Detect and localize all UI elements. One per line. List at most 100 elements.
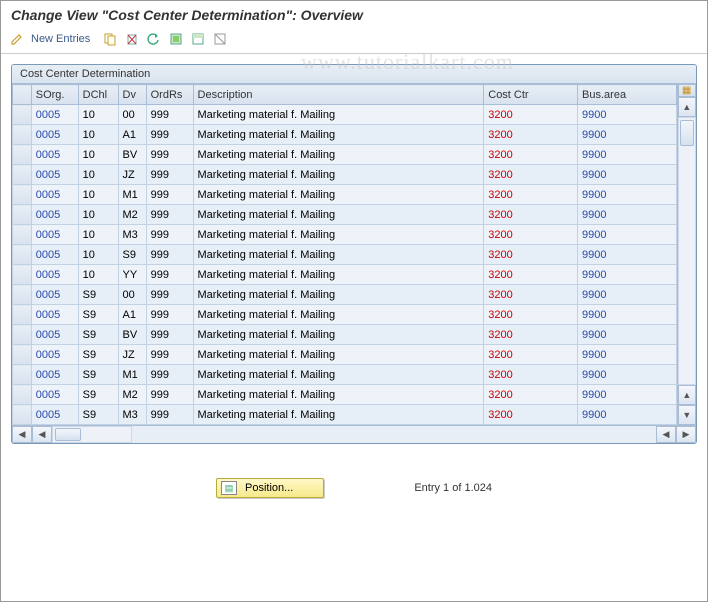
cell-busarea[interactable]: 9900 (578, 125, 677, 145)
cell-dchl[interactable]: S9 (78, 365, 118, 385)
hscroll-right-icon[interactable]: ◀ (656, 426, 676, 443)
cell-busarea[interactable]: 9900 (578, 405, 677, 425)
cell-sorg[interactable]: 0005 (31, 365, 78, 385)
cell-dchl[interactable]: 10 (78, 165, 118, 185)
scroll-line-up-icon[interactable]: ▲ (678, 385, 696, 405)
cell-ordrs[interactable]: 999 (146, 105, 193, 125)
hscroll-thumb[interactable] (55, 428, 81, 441)
cell-costctr[interactable]: 3200 (484, 165, 578, 185)
cell-sorg[interactable]: 0005 (31, 285, 78, 305)
cell-sorg[interactable]: 0005 (31, 125, 78, 145)
cell-dv[interactable]: BV (118, 145, 146, 165)
cell-dchl[interactable]: S9 (78, 305, 118, 325)
row-selector[interactable] (13, 245, 32, 265)
cell-desc[interactable]: Marketing material f. Mailing (193, 125, 484, 145)
cell-ordrs[interactable]: 999 (146, 185, 193, 205)
horizontal-scrollbar[interactable]: ◀ ◀ ◀ ▶ (12, 425, 696, 443)
cell-sorg[interactable]: 0005 (31, 245, 78, 265)
cell-busarea[interactable]: 9900 (578, 325, 677, 345)
cell-dv[interactable]: JZ (118, 165, 146, 185)
row-selector[interactable] (13, 325, 32, 345)
cell-costctr[interactable]: 3200 (484, 265, 578, 285)
cell-dv[interactable]: M2 (118, 385, 146, 405)
cell-desc[interactable]: Marketing material f. Mailing (193, 205, 484, 225)
cell-dv[interactable]: A1 (118, 125, 146, 145)
table-row[interactable]: 0005S9A1999Marketing material f. Mailing… (13, 305, 677, 325)
table-row[interactable]: 000510M2999Marketing material f. Mailing… (13, 205, 677, 225)
data-grid[interactable]: SOrg. DChl Dv OrdRs Description Cost Ctr… (12, 84, 677, 425)
col-dchl[interactable]: DChl (78, 85, 118, 105)
cell-ordrs[interactable]: 999 (146, 325, 193, 345)
copy-icon[interactable] (102, 31, 118, 47)
delete-icon[interactable] (124, 31, 140, 47)
row-selector[interactable] (13, 185, 32, 205)
table-row[interactable]: 0005S900999Marketing material f. Mailing… (13, 285, 677, 305)
cell-dchl[interactable]: 10 (78, 125, 118, 145)
cell-dchl[interactable]: S9 (78, 385, 118, 405)
cell-desc[interactable]: Marketing material f. Mailing (193, 185, 484, 205)
cell-busarea[interactable]: 9900 (578, 205, 677, 225)
col-busarea[interactable]: Bus.area (578, 85, 677, 105)
cell-ordrs[interactable]: 999 (146, 405, 193, 425)
cell-sorg[interactable]: 0005 (31, 385, 78, 405)
cell-desc[interactable]: Marketing material f. Mailing (193, 245, 484, 265)
table-row[interactable]: 000510M3999Marketing material f. Mailing… (13, 225, 677, 245)
cell-costctr[interactable]: 3200 (484, 285, 578, 305)
cell-ordrs[interactable]: 999 (146, 385, 193, 405)
cell-sorg[interactable]: 0005 (31, 345, 78, 365)
cell-ordrs[interactable]: 999 (146, 305, 193, 325)
row-selector[interactable] (13, 125, 32, 145)
cell-desc[interactable]: Marketing material f. Mailing (193, 145, 484, 165)
cell-dv[interactable]: M2 (118, 205, 146, 225)
row-selector[interactable] (13, 365, 32, 385)
cell-desc[interactable]: Marketing material f. Mailing (193, 405, 484, 425)
cell-busarea[interactable]: 9900 (578, 225, 677, 245)
cell-busarea[interactable]: 9900 (578, 165, 677, 185)
cell-dv[interactable]: 00 (118, 105, 146, 125)
cell-dchl[interactable]: 10 (78, 145, 118, 165)
cell-sorg[interactable]: 0005 (31, 305, 78, 325)
cell-sorg[interactable]: 0005 (31, 105, 78, 125)
table-row[interactable]: 000510JZ999Marketing material f. Mailing… (13, 165, 677, 185)
cell-dchl[interactable]: S9 (78, 285, 118, 305)
table-settings-icon[interactable]: ▦ (678, 84, 696, 97)
cell-sorg[interactable]: 0005 (31, 265, 78, 285)
cell-dv[interactable]: BV (118, 325, 146, 345)
cell-dv[interactable]: YY (118, 265, 146, 285)
hscroll-left2-icon[interactable]: ◀ (32, 426, 52, 443)
cell-dchl[interactable]: S9 (78, 345, 118, 365)
cell-busarea[interactable]: 9900 (578, 145, 677, 165)
row-selector[interactable] (13, 225, 32, 245)
cell-dchl[interactable]: 10 (78, 225, 118, 245)
cell-sorg[interactable]: 0005 (31, 145, 78, 165)
cell-dv[interactable]: M1 (118, 185, 146, 205)
cell-busarea[interactable]: 9900 (578, 345, 677, 365)
cell-desc[interactable]: Marketing material f. Mailing (193, 225, 484, 245)
hscroll-track[interactable] (52, 426, 132, 443)
cell-sorg[interactable]: 0005 (31, 205, 78, 225)
cell-desc[interactable]: Marketing material f. Mailing (193, 345, 484, 365)
cell-busarea[interactable]: 9900 (578, 245, 677, 265)
col-desc[interactable]: Description (193, 85, 484, 105)
cell-sorg[interactable]: 0005 (31, 225, 78, 245)
table-row[interactable]: 0005S9BV999Marketing material f. Mailing… (13, 325, 677, 345)
cell-dchl[interactable]: 10 (78, 245, 118, 265)
table-row[interactable]: 000510M1999Marketing material f. Mailing… (13, 185, 677, 205)
cell-dv[interactable]: JZ (118, 345, 146, 365)
cell-ordrs[interactable]: 999 (146, 365, 193, 385)
select-all-icon[interactable] (168, 31, 184, 47)
undo-icon[interactable] (146, 31, 162, 47)
cell-sorg[interactable]: 0005 (31, 165, 78, 185)
cell-ordrs[interactable]: 999 (146, 225, 193, 245)
table-row[interactable]: 0005S9M1999Marketing material f. Mailing… (13, 365, 677, 385)
position-button[interactable]: ▤ Position... (216, 478, 324, 498)
col-ordrs[interactable]: OrdRs (146, 85, 193, 105)
table-row[interactable]: 0005S9JZ999Marketing material f. Mailing… (13, 345, 677, 365)
cell-ordrs[interactable]: 999 (146, 245, 193, 265)
cell-costctr[interactable]: 3200 (484, 205, 578, 225)
row-selector[interactable] (13, 305, 32, 325)
cell-sorg[interactable]: 0005 (31, 405, 78, 425)
cell-desc[interactable]: Marketing material f. Mailing (193, 165, 484, 185)
cell-dv[interactable]: M3 (118, 405, 146, 425)
cell-costctr[interactable]: 3200 (484, 105, 578, 125)
